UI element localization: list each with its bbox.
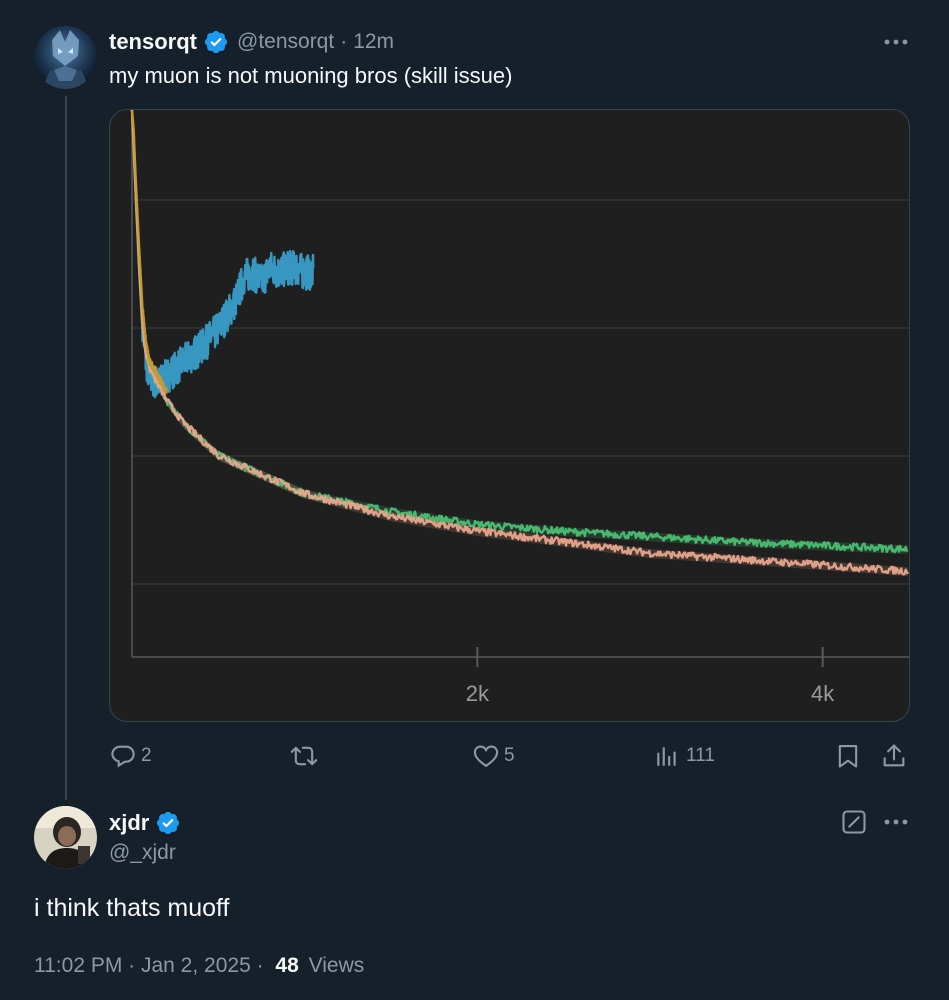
author-handle[interactable]: @tensorqt <box>237 30 334 54</box>
reply-views-label: Views <box>308 954 365 977</box>
bookmark-icon <box>838 745 858 768</box>
series-2-line <box>130 110 909 576</box>
author-name[interactable]: tensorqt <box>109 29 197 55</box>
reply-button[interactable]: 2 <box>109 742 152 770</box>
reply-more-options-button[interactable] <box>876 810 916 834</box>
heart-icon <box>473 745 499 768</box>
verified-badge-icon <box>157 811 180 835</box>
views-chart-icon <box>657 747 676 766</box>
more-options-button[interactable] <box>876 30 916 54</box>
views-button[interactable]: 111 <box>654 742 715 770</box>
tensorqt-avatar[interactable] <box>34 26 97 89</box>
more-dots-icon <box>884 39 908 45</box>
reply-text: i think thats muoff <box>34 894 230 922</box>
verified-badge-icon <box>204 30 228 54</box>
retweet-icon <box>290 746 318 766</box>
series-1-band <box>132 110 908 555</box>
edit-button[interactable] <box>840 808 868 836</box>
reply-icon <box>111 745 135 768</box>
avatar-image <box>34 26 97 89</box>
avatar-image <box>34 806 97 869</box>
series-1-line <box>130 110 909 554</box>
reply-timestamp[interactable]: 11:02 PM · Jan 2, 2025 · <box>34 954 264 977</box>
tweet-header: tensorqt @tensorqt · 12m <box>109 27 394 57</box>
thread-connector-line <box>65 96 67 800</box>
edit-icon <box>842 810 866 834</box>
reply-meta: 11:02 PM · Jan 2, 2025 · 48 Views <box>34 953 364 979</box>
more-dots-icon <box>884 819 908 825</box>
meta-separator: · <box>340 30 348 53</box>
like-count: 5 <box>504 745 515 766</box>
reply-count: 2 <box>141 745 152 766</box>
loss-chart: 2k 4k <box>130 110 909 706</box>
tweet-media-chart[interactable]: 2k 4k <box>109 109 910 722</box>
x-tick-label-4k: 4k <box>811 681 835 706</box>
series-0-band <box>132 110 314 389</box>
retweet-button[interactable] <box>288 742 324 770</box>
xjdr-avatar[interactable] <box>34 806 97 869</box>
series-2-band <box>132 110 908 577</box>
bookmark-button[interactable] <box>834 742 862 770</box>
tweet-time[interactable]: 12m <box>353 30 394 54</box>
reply-header: xjdr <box>109 808 181 838</box>
x-tick-label-2k: 2k <box>466 681 490 706</box>
views-count: 111 <box>686 745 715 766</box>
like-button[interactable]: 5 <box>472 742 515 770</box>
tweet-text: my muon is not muoning bros (skill issue… <box>109 63 513 88</box>
series-0-line <box>130 110 315 399</box>
reply-author-handle[interactable]: @_xjdr <box>109 840 176 866</box>
reply-author-name[interactable]: xjdr <box>109 810 149 836</box>
share-button[interactable] <box>880 742 908 770</box>
share-icon <box>883 744 905 767</box>
reply-views-count: 48 <box>275 954 299 977</box>
